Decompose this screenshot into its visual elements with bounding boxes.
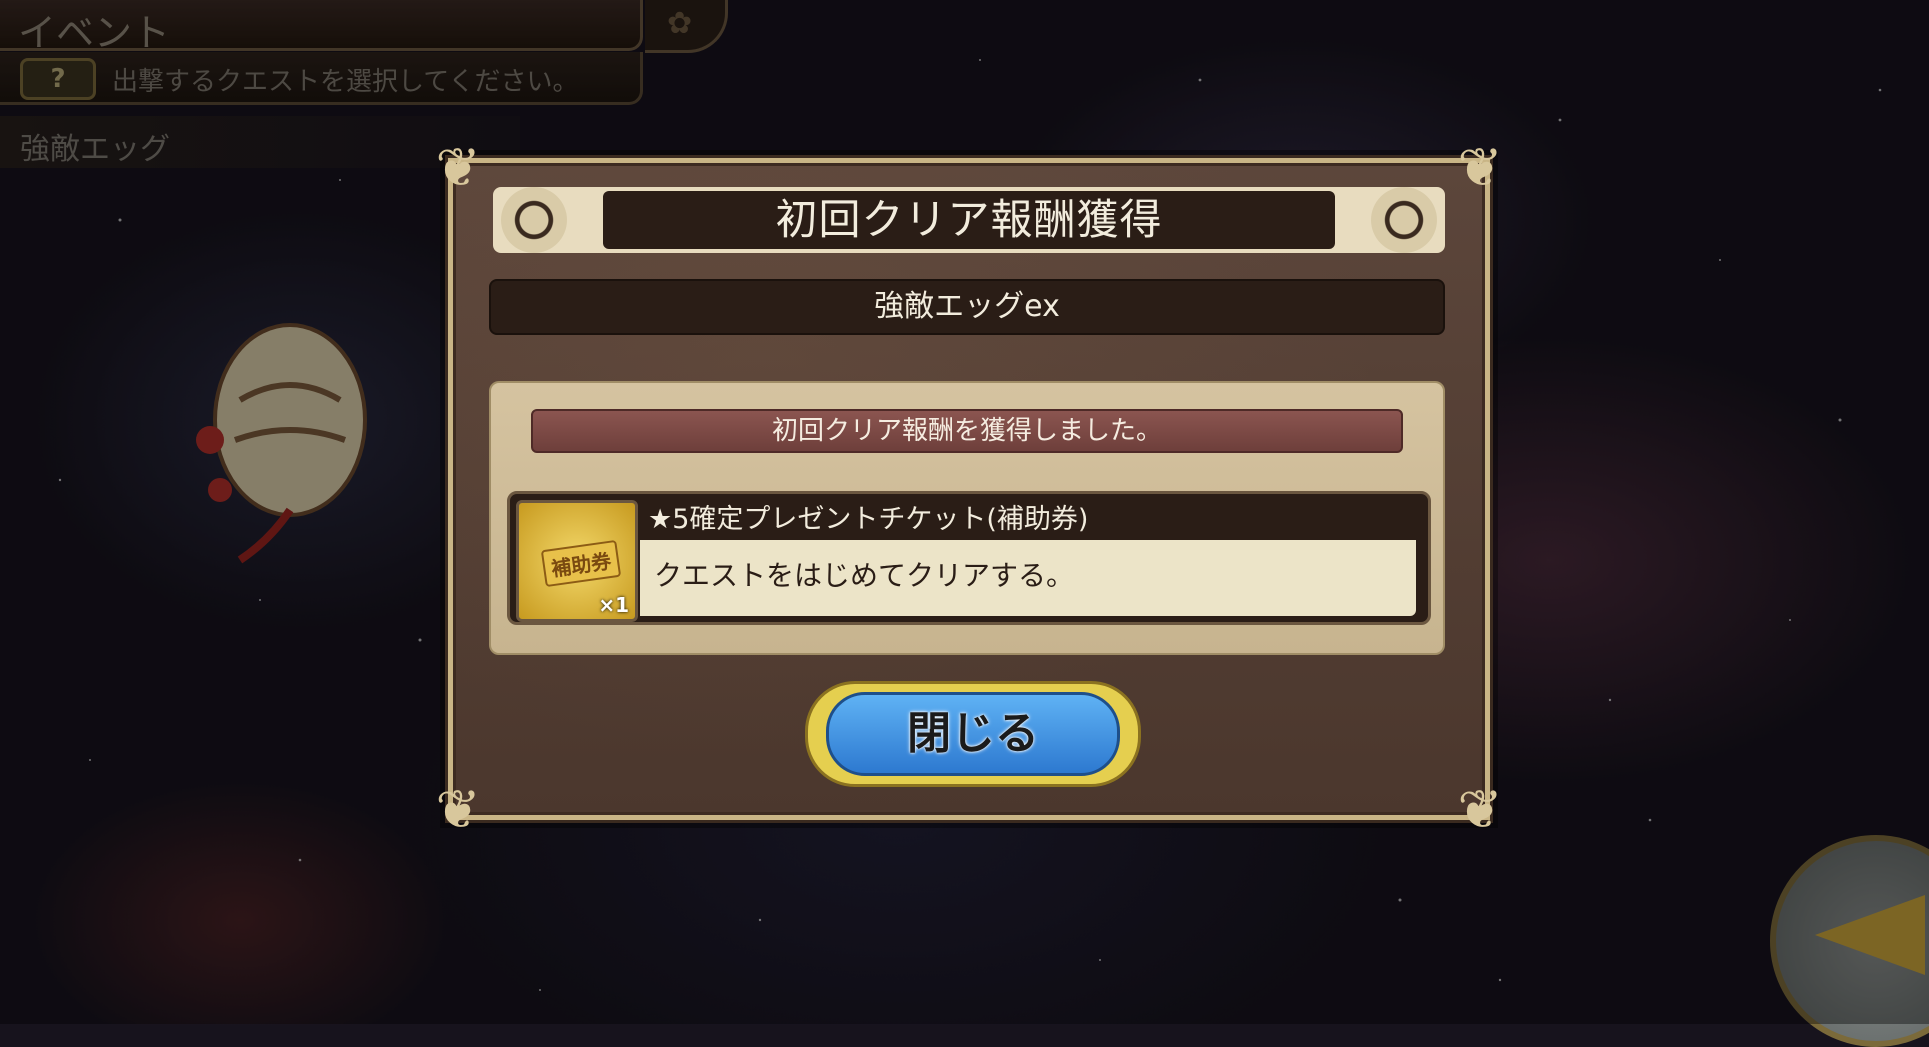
ornament-corner-icon: ❦: [435, 136, 481, 199]
medallion-icon: [1371, 187, 1437, 253]
reward-name: ★5確定プレゼントチケット(補助券): [648, 504, 1089, 535]
dialog-title-bar: 初回クリア報酬獲得: [493, 187, 1445, 253]
reward-panel: 初回クリア報酬を獲得しました。 補助券 ×1 ★5確定プレゼントチケット(補助券…: [489, 381, 1445, 655]
ornament-corner-icon: ❦: [435, 778, 481, 841]
ticket-icon-label: 補助券: [540, 539, 622, 588]
reward-item: 補助券 ×1 ★5確定プレゼントチケット(補助券) クエストをはじめてクリアする…: [507, 491, 1431, 625]
close-button[interactable]: 閉じる: [805, 681, 1141, 787]
ticket-icon: 補助券 ×1: [516, 500, 638, 622]
reward-notice: 初回クリア報酬を獲得しました。: [531, 409, 1403, 453]
reward-description: クエストをはじめてクリアする。: [654, 559, 1075, 592]
ornament-corner-icon: ❦: [1457, 778, 1503, 841]
reward-description-box: クエストをはじめてクリアする。: [640, 540, 1416, 616]
ornament-corner-icon: ❦: [1457, 136, 1503, 199]
medallion-icon: [501, 187, 567, 253]
dialog-title: 初回クリア報酬獲得: [603, 191, 1335, 249]
cleared-stage-name: 強敵エッグex: [489, 279, 1445, 335]
close-button-label[interactable]: 閉じる: [826, 692, 1120, 776]
first-clear-reward-dialog: ❦ ❦ ❦ ❦ 初回クリア報酬獲得 強敵エッグex 初回クリア報酬を獲得しました…: [435, 136, 1502, 841]
reward-quantity: ×1: [598, 593, 629, 617]
